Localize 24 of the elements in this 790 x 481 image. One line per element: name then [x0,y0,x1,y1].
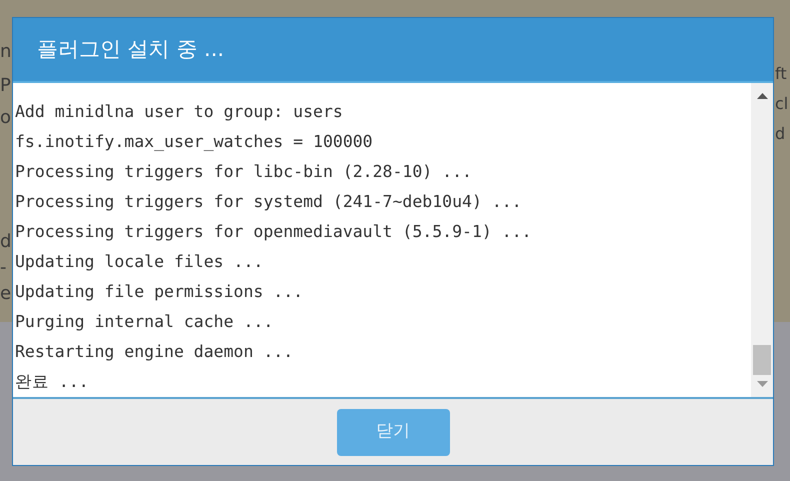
background-text: ft [775,63,788,85]
log-line: fs.inotify.max_user_watches = 100000 [15,131,374,153]
log-line: Purging internal cache ... [15,311,274,333]
log-line: Restarting engine daemon ... [15,341,294,363]
scroll-thumb[interactable] [753,345,771,375]
background-text: - [0,256,8,280]
background-text: d [775,123,786,145]
background-text: e [0,282,12,306]
log-line: Updating file permissions ... [15,281,304,303]
background-text: d [0,230,12,254]
log-line: Processing triggers for systemd (241-7~deb10u4) ... [15,191,523,213]
background-text: n [0,40,12,64]
scroll-down-icon[interactable] [756,381,768,387]
background-text: cl [775,93,788,115]
log-line: Add minidlna user to group: users [15,101,344,123]
log-line: Updating locale files ... [15,251,264,273]
log-line: Processing triggers for libc-bin (2.28-10) ... [15,161,473,183]
dialog-title: 플러그인 설치 중 ... [37,36,224,63]
scroll-up-icon[interactable] [756,93,768,99]
scrollbar[interactable] [751,83,773,397]
log-line: 완료 ... [15,371,90,393]
background-text: P [0,74,12,98]
log-line: Processing triggers for openmediavault (5.5.9-1) ... [15,221,533,243]
background-text: o [0,106,12,130]
